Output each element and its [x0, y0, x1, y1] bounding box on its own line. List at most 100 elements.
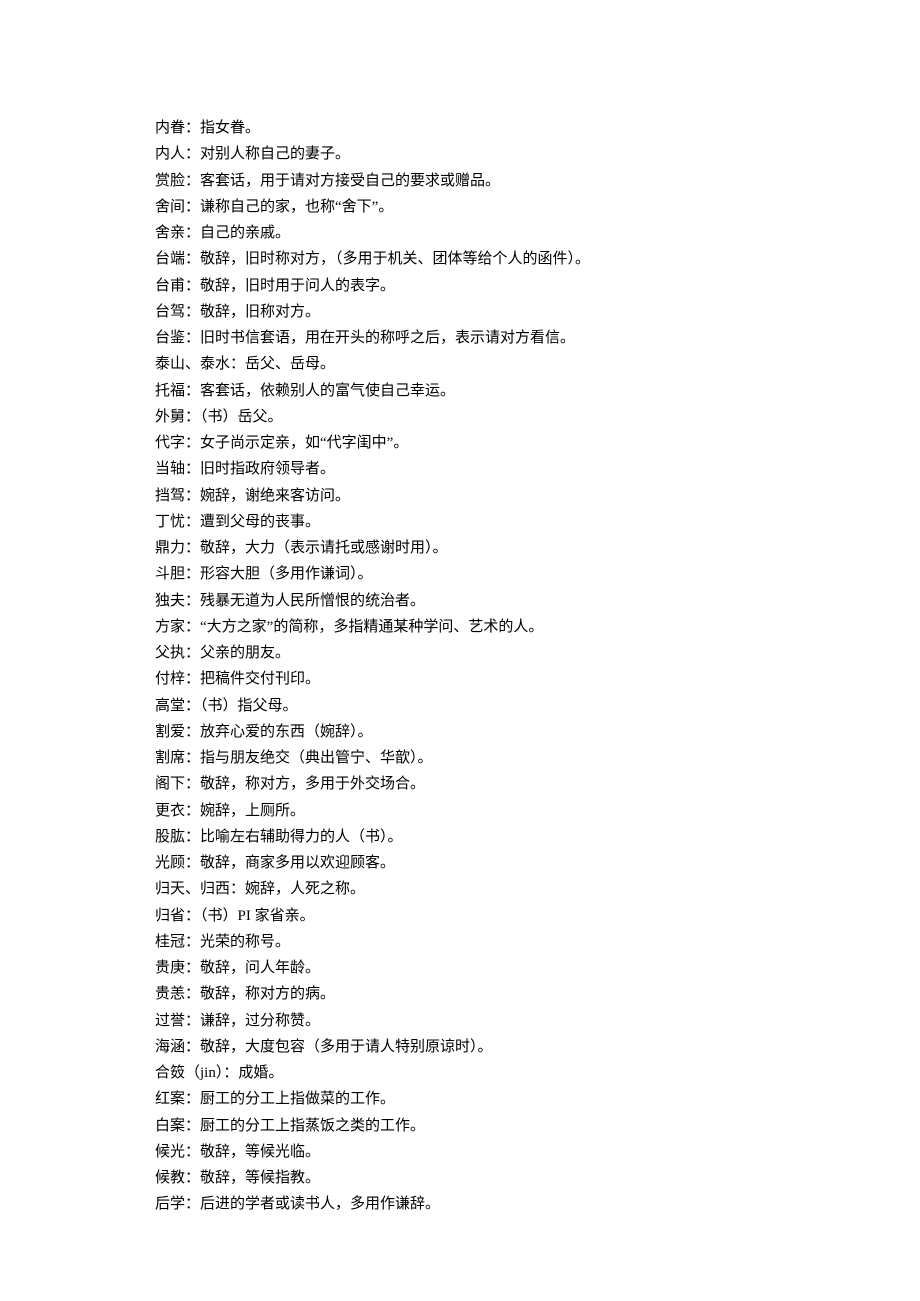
definition-text: 敬辞，称对方的病。: [200, 986, 335, 1002]
glossary-entry: 斗胆：形容大胆（多用作谦词）。: [155, 561, 860, 587]
term-text: 候教：: [155, 1170, 200, 1186]
definition-text: 厨工的分工上指蒸饭之类的工作。: [200, 1118, 425, 1134]
term-text: 阁下：: [155, 776, 200, 792]
definition-text: 婉辞，谢绝来客访问。: [200, 488, 350, 504]
glossary-entry: 外舅：（书）岳父。: [155, 404, 860, 430]
definition-text: “大方之家”的简称，多指精通某种学问、艺术的人。: [200, 619, 543, 635]
term-text: 斗胆：: [155, 566, 200, 582]
definition-text: 成婚。: [238, 1065, 283, 1081]
glossary-entry: 后学：后进的学者或读书人，多用作谦辞。: [155, 1191, 860, 1217]
term-text: 台端：: [155, 251, 200, 267]
glossary-entry: 白案：厨工的分工上指蒸饭之类的工作。: [155, 1113, 860, 1139]
glossary-entry: 台驾：敬辞，旧称对方。: [155, 299, 860, 325]
definition-text: 遭到父母的丧事。: [200, 514, 320, 530]
glossary-entry: 阁下：敬辞，称对方，多用于外交场合。: [155, 771, 860, 797]
term-text: 舍亲：: [155, 225, 200, 241]
definition-text: 指女眷。: [200, 120, 260, 136]
definition-text: 客套话，依赖别人的富气使自己幸运。: [200, 383, 455, 399]
term-text: 外舅：: [155, 409, 200, 425]
term-text: 台鉴：: [155, 330, 200, 346]
definition-text: 敬辞，大度包容（多用于请人特别原谅时）。: [200, 1039, 493, 1055]
glossary-entry: 归天、归西：婉辞，人死之称。: [155, 876, 860, 902]
glossary-entry: 挡驾：婉辞，谢绝来客访问。: [155, 483, 860, 509]
definition-text: 对别人称自己的妻子。: [200, 146, 350, 162]
definition-text: （书）岳父。: [200, 409, 283, 425]
glossary-entry: 股肱：比喻左右辅助得力的人（书）。: [155, 824, 860, 850]
term-text: 割爱：: [155, 724, 200, 740]
term-text: 合笯（jin）：: [155, 1065, 238, 1081]
glossary-entry: 内眷：指女眷。: [155, 115, 860, 141]
glossary-entry: 内人：对别人称自己的妻子。: [155, 141, 860, 167]
definition-text: 谦称自己的家，也称“舍下”。: [200, 199, 393, 215]
term-text: 丁忧：: [155, 514, 200, 530]
term-text: 赏脸：: [155, 173, 200, 189]
term-text: 台甫：: [155, 278, 200, 294]
term-text: 方家：: [155, 619, 200, 635]
term-text: 高堂：: [155, 698, 200, 714]
glossary-entry: 候光：敬辞，等候光临。: [155, 1139, 860, 1165]
glossary-entry: 赏脸：客套话，用于请对方接受自己的要求或赠品。: [155, 168, 860, 194]
glossary-entry: 泰山、泰水：岳父、岳母。: [155, 351, 860, 377]
term-text: 海涵：: [155, 1039, 200, 1055]
term-text: 红案：: [155, 1091, 200, 1107]
term-text: 泰山、泰水：: [155, 356, 245, 372]
glossary-entry: 独夫：残暴无道为人民所憎恨的统治者。: [155, 588, 860, 614]
glossary-entry: 高堂：（书）指父母。: [155, 693, 860, 719]
glossary-entry: 父执：父亲的朋友。: [155, 640, 860, 666]
definition-text: 敬辞，旧时称对方，（多用于机关、团体等给个人的函件）。: [200, 251, 590, 267]
term-text: 托福：: [155, 383, 200, 399]
term-text: 鼎力：: [155, 540, 200, 556]
glossary-entry: 丁忧：遭到父母的丧事。: [155, 509, 860, 535]
term-text: 父执：: [155, 645, 200, 661]
term-text: 舍间：: [155, 199, 200, 215]
glossary-entry: 代字：女子尚示定亲，如“代字闺中”。: [155, 430, 860, 456]
definition-text: 指与朋友绝交（典出管宁、华歆）。: [200, 750, 433, 766]
glossary-entry: 舍亲：自己的亲戚。: [155, 220, 860, 246]
term-text: 后学：: [155, 1196, 200, 1212]
definition-text: 旧时书信套语，用在开头的称呼之后，表示请对方看信。: [200, 330, 575, 346]
definition-text: 婉辞，人死之称。: [245, 881, 365, 897]
glossary-entry: 台甫：敬辞，旧时用于问人的表字。: [155, 273, 860, 299]
term-text: 独夫：: [155, 593, 200, 609]
term-text: 代字：: [155, 435, 200, 451]
definition-text: 敬辞，等候光临。: [200, 1144, 320, 1160]
glossary-entry: 贵庚：敬辞，问人年龄。: [155, 955, 860, 981]
term-text: 更衣：: [155, 803, 200, 819]
glossary-entry: 合笯（jin）：成婚。: [155, 1060, 860, 1086]
definition-text: 把稿件交付刊印。: [200, 671, 320, 687]
glossary-entry: 候教：敬辞，等候指教。: [155, 1165, 860, 1191]
glossary-entry: 鼎力：敬辞，大力（表示请托或感谢时用）。: [155, 535, 860, 561]
term-text: 内眷：: [155, 120, 200, 136]
term-text: 挡驾：: [155, 488, 200, 504]
term-text: 当轴：: [155, 461, 200, 477]
term-text: 归省：: [155, 908, 200, 924]
document-page: 内眷：指女眷。内人：对别人称自己的妻子。赏脸：客套话，用于请对方接受自己的要求或…: [0, 0, 920, 1278]
definition-text: 厨工的分工上指做菜的工作。: [200, 1091, 395, 1107]
term-text: 桂冠：: [155, 934, 200, 950]
term-text: 候光：: [155, 1144, 200, 1160]
definition-text: 女子尚示定亲，如“代字闺中”。: [200, 435, 408, 451]
glossary-entry: 舍间：谦称自己的家，也称“舍下”。: [155, 194, 860, 220]
definition-text: 岳父、岳母。: [245, 356, 335, 372]
glossary-entry: 桂冠：光荣的称号。: [155, 929, 860, 955]
term-text: 贵恙：: [155, 986, 200, 1002]
definition-text: 后进的学者或读书人，多用作谦辞。: [200, 1196, 440, 1212]
definition-text: （书）PI 家省亲。: [200, 908, 315, 924]
definition-text: 敬辞，称对方，多用于外交场合。: [200, 776, 425, 792]
glossary-entry: 当轴：旧时指政府领导者。: [155, 456, 860, 482]
definition-text: 谦辞，过分称赞。: [200, 1013, 320, 1029]
term-text: 贵庚：: [155, 960, 200, 976]
definition-text: 敬辞，旧时用于问人的表字。: [200, 278, 395, 294]
definition-text: 敬辞，旧称对方。: [200, 304, 320, 320]
glossary-entry: 海涵：敬辞，大度包容（多用于请人特别原谅时）。: [155, 1034, 860, 1060]
glossary-entry: 红案：厨工的分工上指做菜的工作。: [155, 1086, 860, 1112]
term-text: 台驾：: [155, 304, 200, 320]
definition-text: 敬辞，大力（表示请托或感谢时用）。: [200, 540, 448, 556]
definition-text: 比喻左右辅助得力的人（书）。: [200, 829, 403, 845]
definition-text: 残暴无道为人民所憎恨的统治者。: [200, 593, 425, 609]
term-text: 白案：: [155, 1118, 200, 1134]
definition-text: 婉辞，上厕所。: [200, 803, 305, 819]
glossary-entry: 台端：敬辞，旧时称对方，（多用于机关、团体等给个人的函件）。: [155, 246, 860, 272]
glossary-entry: 割爱：放弃心爱的东西（婉辞）。: [155, 719, 860, 745]
definition-text: 敬辞，商家多用以欢迎顾客。: [200, 855, 395, 871]
